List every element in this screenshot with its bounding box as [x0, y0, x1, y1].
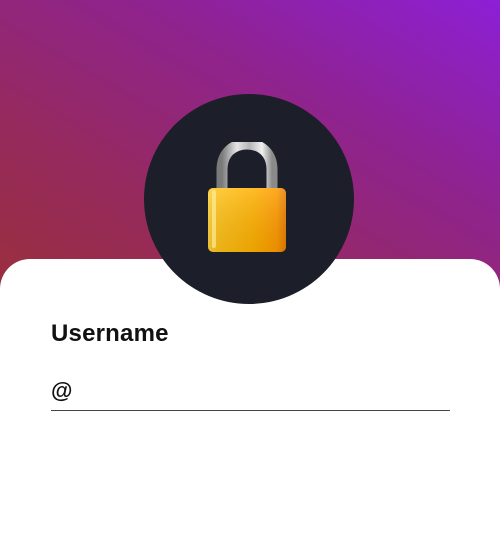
login-screen: Username @: [0, 0, 500, 547]
username-field[interactable]: @: [51, 372, 450, 411]
lock-avatar: [144, 94, 354, 304]
lock-icon: [208, 142, 286, 252]
username-label: Username: [51, 320, 169, 347]
at-prefix: @: [51, 378, 73, 403]
username-input[interactable]: [76, 376, 450, 406]
